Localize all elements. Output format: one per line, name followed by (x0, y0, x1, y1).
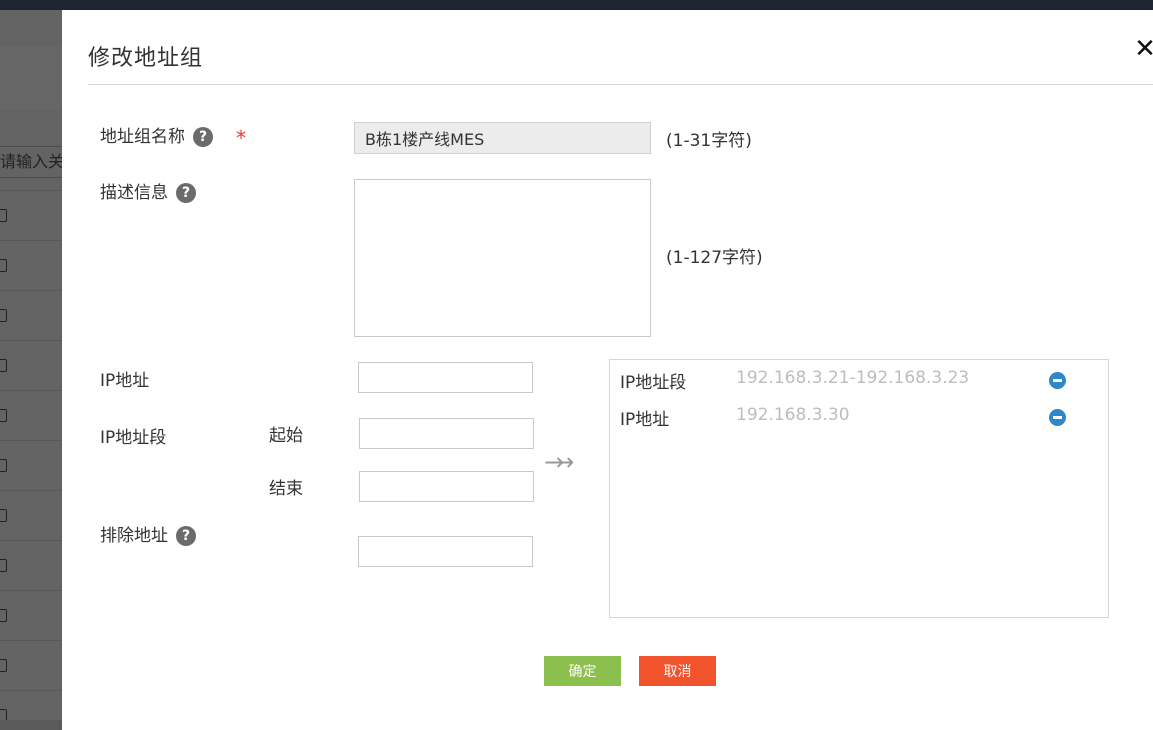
list-item-type: IP地址段 (620, 373, 687, 393)
close-icon[interactable]: ✕ (1130, 32, 1153, 66)
range-end-input[interactable] (359, 471, 534, 502)
list-item: IP地址段 192.168.3.21-192.168.3.23 (620, 364, 1100, 394)
cancel-button[interactable]: 取消 (639, 656, 716, 686)
description-length-hint: (1-127字符) (666, 248, 763, 268)
row-checkbox (0, 359, 7, 372)
row-checkbox (0, 659, 7, 672)
edit-address-group-dialog: 修改地址组 ✕ 地址组名称? * (1-31字符) 描述信息? (1-127字符… (62, 10, 1153, 730)
name-input[interactable] (354, 122, 651, 154)
range-start-input[interactable] (359, 418, 534, 449)
help-icon[interactable]: ? (176, 183, 196, 203)
address-list: IP地址段 192.168.3.21-192.168.3.23 IP地址 192… (609, 359, 1109, 618)
exclude-input[interactable] (358, 536, 533, 567)
remove-icon[interactable] (1049, 372, 1066, 389)
row-checkbox (0, 559, 7, 572)
confirm-button[interactable]: 确定 (544, 656, 621, 686)
range-end-label: 结束 (269, 479, 303, 499)
list-item-value: 192.168.3.21-192.168.3.23 (736, 368, 970, 388)
list-item-value: 192.168.3.30 (736, 405, 850, 425)
dialog-title: 修改地址组 (88, 46, 204, 71)
background-table-row (0, 540, 62, 590)
row-checkbox (0, 409, 7, 422)
row-checkbox (0, 509, 7, 522)
row-checkbox (0, 209, 7, 222)
background-table-row (0, 190, 62, 240)
ip-label: IP地址 (100, 371, 150, 391)
description-label: 描述信息? (100, 178, 196, 203)
background-table-row (0, 490, 62, 540)
background-table-row (0, 690, 62, 720)
ip-range-label: IP地址段 (100, 428, 167, 448)
title-divider (88, 84, 1153, 85)
row-checkbox (0, 309, 7, 322)
help-icon[interactable]: ? (176, 526, 196, 546)
row-checkbox (0, 459, 7, 472)
background-top-bar (0, 0, 1153, 10)
row-checkbox (0, 259, 7, 272)
description-textarea[interactable] (354, 179, 651, 337)
background-table-row (0, 240, 62, 290)
name-length-hint: (1-31字符) (666, 131, 752, 151)
help-icon[interactable]: ? (193, 127, 213, 147)
remove-icon[interactable] (1049, 409, 1066, 426)
ip-input[interactable] (358, 362, 533, 393)
background-page: 请输入关 (0, 10, 62, 720)
background-table-row (0, 390, 62, 440)
row-checkbox (0, 609, 7, 622)
range-start-label: 起始 (269, 426, 303, 446)
background-table-row (0, 440, 62, 490)
background-header (0, 46, 62, 110)
background-search-input: 请输入关 (0, 146, 62, 178)
exclude-label: 排除地址? (100, 521, 196, 546)
background-table-row (0, 640, 62, 690)
add-arrow-icon[interactable]: →→ (544, 448, 574, 476)
background-table-row (0, 290, 62, 340)
background-table-row (0, 590, 62, 640)
row-checkbox (0, 709, 7, 720)
name-label: 地址组名称? (100, 122, 213, 147)
list-item: IP地址 192.168.3.30 (620, 401, 1100, 431)
background-table-row (0, 340, 62, 390)
list-item-type: IP地址 (620, 410, 670, 430)
required-marker: * (236, 126, 246, 150)
